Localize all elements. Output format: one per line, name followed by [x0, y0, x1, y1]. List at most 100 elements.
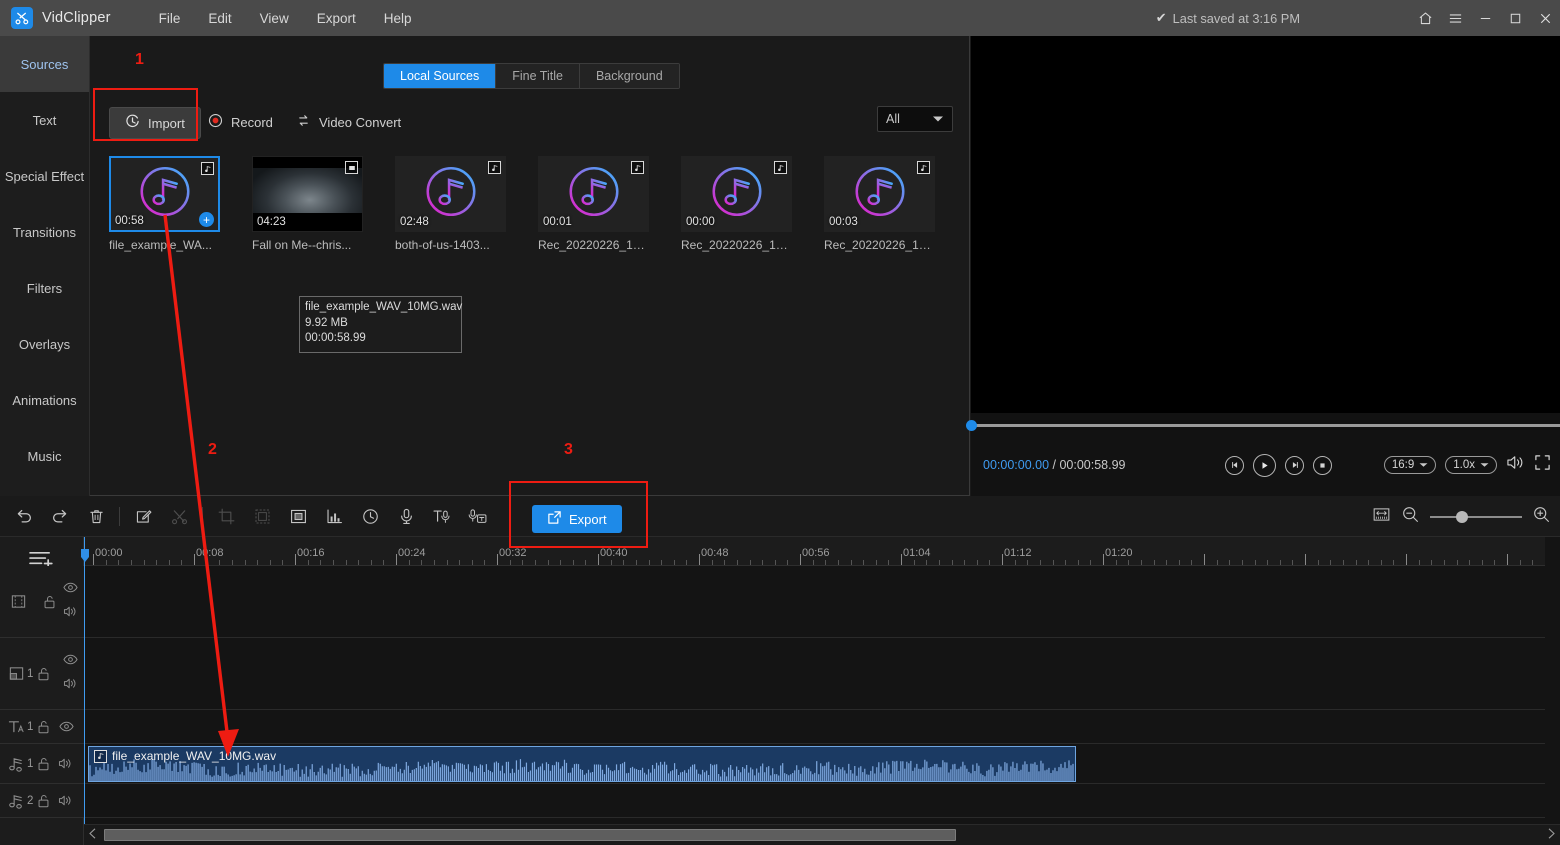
ruler-tick — [1368, 560, 1370, 565]
media-thumbnail[interactable]: 04:23 — [252, 156, 363, 232]
speaker-icon[interactable] — [63, 677, 78, 695]
speaker-icon[interactable] — [63, 605, 78, 623]
track-header-audio-1[interactable]: 1 — [0, 744, 84, 784]
sidebar-item-sources[interactable]: Sources — [0, 36, 89, 92]
media-thumbnail[interactable]: 00:00 — [681, 156, 792, 232]
seek-bar[interactable] — [966, 420, 1560, 431]
prev-frame-icon[interactable] — [1225, 455, 1244, 475]
playback-speed-dropdown[interactable]: 1.0x — [1445, 456, 1497, 474]
zoom-slider-handle[interactable] — [1456, 510, 1468, 523]
voiceover-button[interactable] — [388, 496, 424, 537]
tab-local-sources[interactable]: Local Sources — [384, 64, 497, 88]
split-button[interactable] — [161, 496, 197, 537]
track-header-text[interactable]: 1 — [0, 710, 84, 744]
track-lane-audio-2[interactable] — [84, 784, 1545, 818]
video-stage[interactable] — [971, 36, 1560, 413]
timeline-ruler[interactable]: 00:00 00:08 00:16 00:24 00:32 00:40 00:48 00:56… — [84, 537, 1545, 566]
lock-open-icon[interactable] — [36, 666, 51, 682]
watermark-button[interactable] — [280, 496, 316, 537]
maximize-icon[interactable] — [1500, 0, 1530, 36]
track-header-audio-2[interactable]: 2 — [0, 784, 84, 818]
menu-export[interactable]: Export — [303, 5, 370, 32]
media-thumbnail[interactable]: 00:58 + — [109, 156, 220, 232]
media-filter-dropdown[interactable]: All — [877, 106, 953, 132]
import-button[interactable]: Import — [109, 107, 201, 139]
zoom-out-icon[interactable] — [1401, 505, 1420, 529]
track-lane-audio-1[interactable]: file_example_WAV_10MG.wav — [84, 744, 1545, 784]
media-thumbnail[interactable]: 02:48 — [395, 156, 506, 232]
speaker-icon[interactable] — [58, 794, 73, 807]
menu-help[interactable]: Help — [370, 5, 426, 32]
tab-background[interactable]: Background — [579, 64, 679, 88]
delete-button[interactable] — [78, 496, 114, 537]
lock-open-icon[interactable] — [36, 719, 51, 735]
home-icon[interactable] — [1410, 0, 1440, 36]
media-item[interactable]: 00:58 + file_example_WA... — [109, 156, 220, 252]
lock-open-icon[interactable] — [42, 594, 57, 610]
minimize-icon[interactable] — [1470, 0, 1500, 36]
audio-mix-button[interactable] — [316, 496, 352, 537]
track-header-overlay[interactable]: 1 — [0, 638, 84, 710]
eye-icon[interactable] — [59, 721, 75, 732]
lock-open-icon[interactable] — [36, 756, 51, 772]
timeline-tracks[interactable]: file_example_WAV_10MG.wav — [84, 566, 1545, 824]
add-to-timeline-button[interactable]: + — [199, 212, 214, 227]
sidebar-item-filters[interactable]: Filters — [0, 260, 89, 316]
fullscreen-icon[interactable] — [1534, 454, 1551, 476]
zoom-slider[interactable] — [1430, 510, 1522, 524]
eye-icon[interactable] — [63, 652, 78, 670]
lock-open-icon[interactable] — [36, 793, 51, 809]
playhead[interactable] — [84, 537, 86, 824]
hamburger-icon[interactable] — [1440, 0, 1470, 36]
sidebar-item-animations[interactable]: Animations — [0, 372, 89, 428]
media-item[interactable]: 00:03 Rec_20220226_18... — [824, 156, 935, 252]
video-convert-button[interactable]: Video Convert — [290, 107, 407, 137]
text-to-speech-button[interactable] — [424, 496, 460, 537]
track-header-video[interactable] — [0, 566, 84, 638]
track-lane-overlay[interactable] — [84, 638, 1545, 710]
crop-button[interactable] — [208, 496, 244, 537]
next-frame-icon[interactable] — [1285, 455, 1304, 475]
duration-button[interactable] — [352, 496, 388, 537]
media-item[interactable]: 00:01 Rec_20220226_18... — [538, 156, 649, 252]
sidebar-item-overlays[interactable]: Overlays — [0, 316, 89, 372]
scroll-left-arrow-icon[interactable] — [89, 828, 96, 842]
track-lane-text[interactable] — [84, 710, 1545, 744]
timeline-clip[interactable]: file_example_WAV_10MG.wav — [88, 746, 1076, 782]
zoom-in-icon[interactable] — [1532, 505, 1551, 529]
close-icon[interactable] — [1530, 0, 1560, 36]
media-item[interactable]: 04:23 Fall on Me--chris... — [252, 156, 363, 252]
sidebar-item-transitions[interactable]: Transitions — [0, 204, 89, 260]
menu-edit[interactable]: Edit — [194, 5, 245, 32]
sidebar-item-text[interactable]: Text — [0, 92, 89, 148]
play-icon[interactable] — [1253, 453, 1276, 477]
speaker-icon[interactable] — [58, 757, 73, 770]
media-thumbnail[interactable]: 00:01 — [538, 156, 649, 232]
export-button[interactable]: Export — [532, 505, 622, 533]
media-item[interactable]: 02:48 both-of-us-1403... — [395, 156, 506, 252]
record-button[interactable]: Record — [202, 107, 279, 137]
ruler-tick — [724, 560, 726, 565]
edit-button[interactable] — [125, 496, 161, 537]
media-item[interactable]: 00:00 Rec_20220226_18... — [681, 156, 792, 252]
redo-button[interactable] — [42, 496, 78, 537]
fit-timeline-icon[interactable] — [1372, 505, 1391, 529]
sidebar-item-music[interactable]: Music — [0, 428, 89, 484]
undo-button[interactable] — [6, 496, 42, 537]
stop-icon[interactable] — [1313, 455, 1332, 475]
track-lane-video[interactable] — [84, 566, 1545, 638]
scroll-right-arrow-icon[interactable] — [1548, 828, 1555, 842]
sidebar-item-special-effect[interactable]: Special Effect — [0, 148, 89, 204]
aspect-ratio-dropdown[interactable]: 16:9 — [1383, 456, 1437, 474]
menu-view[interactable]: View — [246, 5, 303, 32]
eye-icon[interactable] — [63, 580, 78, 598]
menu-file[interactable]: File — [145, 5, 195, 32]
seek-handle[interactable] — [966, 420, 977, 431]
horizontal-scroll-thumb[interactable] — [104, 829, 956, 841]
tab-fine-title[interactable]: Fine Title — [496, 64, 580, 88]
volume-icon[interactable] — [1506, 454, 1525, 476]
timeline-horizontal-scrollbar[interactable] — [84, 824, 1560, 845]
mosaic-button[interactable] — [244, 496, 280, 537]
speech-to-text-button[interactable] — [460, 496, 496, 537]
media-thumbnail[interactable]: 00:03 — [824, 156, 935, 232]
